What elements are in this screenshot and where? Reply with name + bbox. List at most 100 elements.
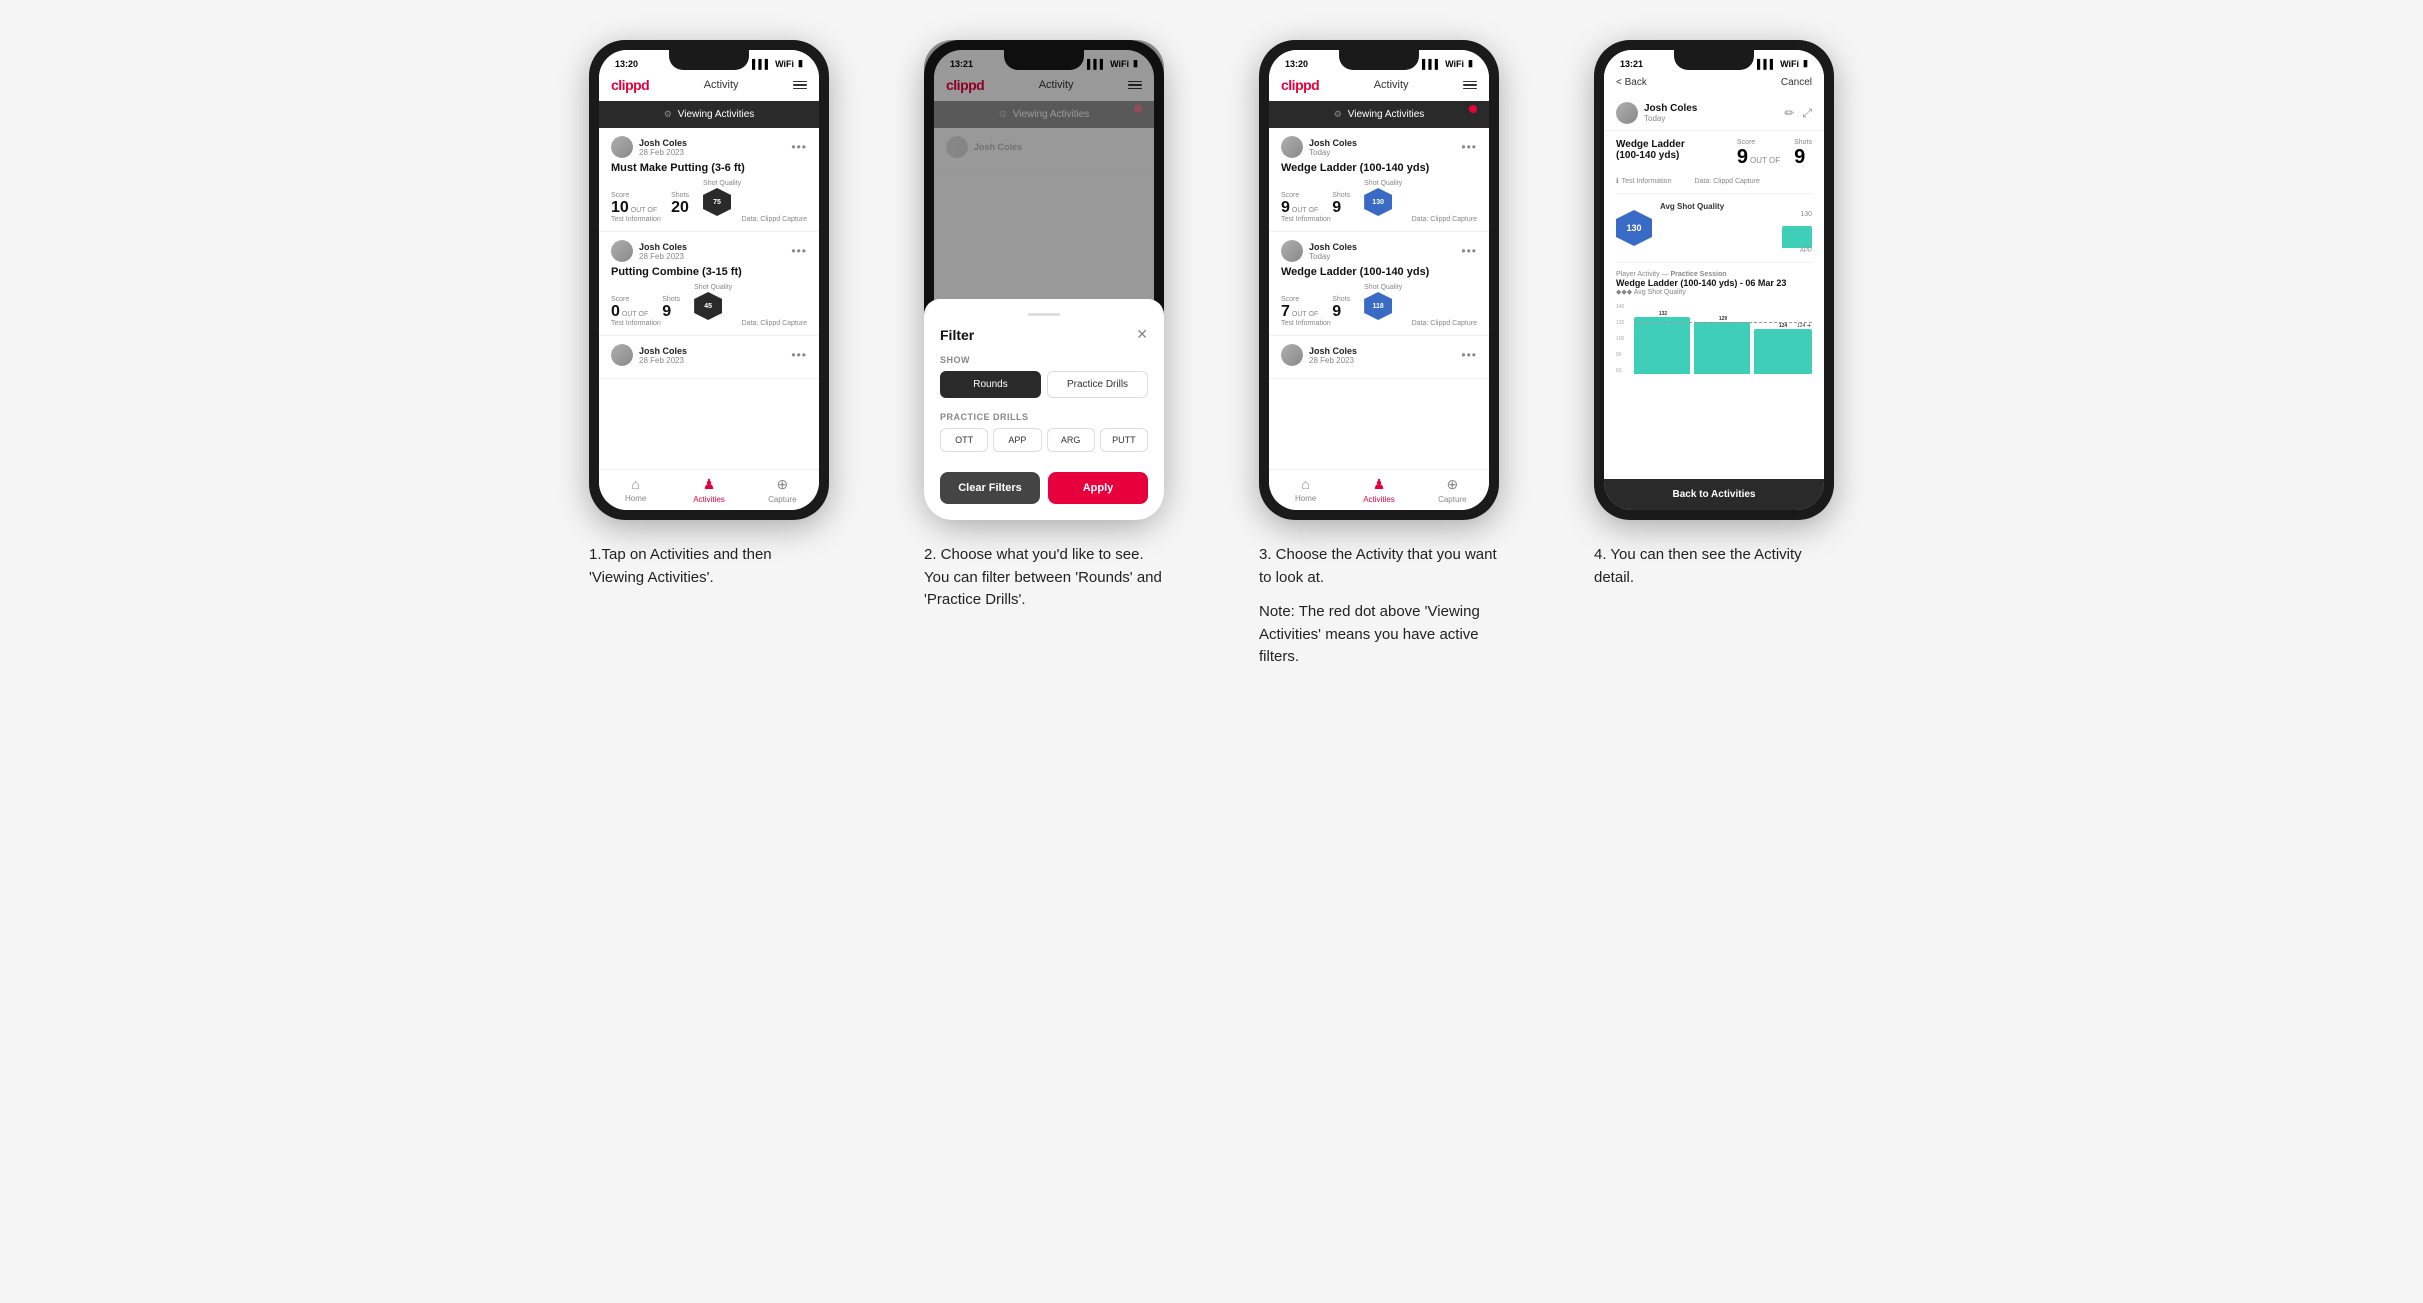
practice-session-pre-4: Player Activity — Practice Session [1616, 271, 1812, 278]
hamburger-menu-1[interactable] [793, 81, 807, 90]
avatar-3-3 [1281, 344, 1303, 366]
status-time-1: 13:20 [615, 59, 638, 69]
apply-filter-button[interactable]: Apply [1048, 472, 1148, 504]
user-details-1-3: Josh Coles 28 Feb 2023 [639, 346, 687, 365]
cancel-button-4[interactable]: Cancel [1781, 77, 1812, 88]
card-header-3-2: Josh Coles Today ••• [1281, 240, 1477, 262]
activities-icon-1: ♟ [703, 476, 716, 493]
user-details-1-1: Josh Coles 28 Feb 2023 [639, 138, 687, 157]
show-label: Show [940, 355, 1148, 365]
card-footer-1-2: Test Information Data: Clippd Capture [611, 320, 807, 327]
test-info-3-1: Test Information [1281, 216, 1331, 223]
scroll-content-1: Josh Coles 28 Feb 2023 ••• Must Make Put… [599, 128, 819, 469]
activity-card-1-2[interactable]: Josh Coles 28 Feb 2023 ••• Putting Combi… [599, 232, 819, 336]
score-block-1-1: Score 10 OUT OF [611, 192, 657, 216]
capture-label-1: Capture [768, 495, 796, 504]
avatar-1-1 [611, 136, 633, 158]
user-details-3-3: Josh Coles 28 Feb 2023 [1309, 346, 1357, 365]
data-source-text-4: Data: Clippd Capture [1694, 178, 1759, 185]
back-button-4[interactable]: < Back [1616, 77, 1647, 88]
red-dot-3 [1469, 105, 1477, 113]
avatar-3-2 [1281, 240, 1303, 262]
filter-type-buttons: Rounds Practice Drills [940, 371, 1148, 398]
dots-menu-1-1[interactable]: ••• [791, 140, 807, 154]
detail-activity-block-4: Wedge Ladder(100-140 yds) [1616, 139, 1685, 161]
dots-menu-3-2[interactable]: ••• [1461, 244, 1477, 258]
back-to-activities-button-4[interactable]: Back to Activities [1604, 479, 1824, 510]
step-3-text: 3. Choose the Activity that you want to … [1259, 544, 1499, 589]
nav-title-1: Activity [704, 79, 739, 91]
step-3-note: Note: The red dot above 'Viewing Activit… [1259, 601, 1499, 669]
practice-drills-filter-btn[interactable]: Practice Drills [1047, 371, 1148, 398]
user-date-1-3: 28 Feb 2023 [639, 356, 687, 365]
detail-user-row-4: Josh Coles Today ✏ ⤢ [1604, 96, 1824, 131]
rounds-filter-btn[interactable]: Rounds [940, 371, 1041, 398]
phone-notch-1 [669, 50, 749, 70]
nav-home-1[interactable]: ⌂ Home [599, 470, 672, 510]
filter-modal: Filter ✕ Show Rounds Practice Drills Pra… [934, 50, 1154, 510]
clear-filters-button[interactable]: Clear Filters [940, 472, 1040, 504]
score-value-row-3-1: 9 OUT OF [1281, 200, 1318, 216]
score-value-1-2: 0 [611, 304, 620, 320]
card-header-1-1: Josh Coles 28 Feb 2023 ••• [611, 136, 807, 158]
app-drill-btn[interactable]: APP [993, 428, 1041, 452]
activity-card-3-2[interactable]: Josh Coles Today ••• Wedge Ladder (100-1… [1269, 232, 1489, 336]
avatar-1-3 [611, 344, 633, 366]
mini-chart-value-4: 130 [1800, 211, 1812, 218]
dots-menu-3-3: ••• [1461, 348, 1477, 362]
signal-icon-3: ▌▌▌ [1422, 59, 1441, 69]
putt-drill-btn[interactable]: PUTT [1100, 428, 1148, 452]
avg-sq-right-4: Avg Shot Quality 130 APP [1660, 202, 1812, 254]
nav-home-3[interactable]: ⌂ Home [1269, 470, 1342, 510]
filter-close-button[interactable]: ✕ [1136, 326, 1148, 343]
nav-capture-1[interactable]: ⊕ Capture [746, 470, 819, 510]
viewing-banner-text-1: Viewing Activities [678, 109, 755, 120]
shots-label-1-1: Shots [671, 192, 689, 199]
score-value-1-1: 10 [611, 200, 629, 216]
user-info-3-2: Josh Coles Today [1281, 240, 1357, 262]
battery-icon-4: ▮ [1803, 58, 1808, 69]
nav-activities-3[interactable]: ♟ Activities [1342, 470, 1415, 510]
detail-outof-4: OUT OF [1750, 156, 1780, 165]
activities-label-1: Activities [693, 495, 725, 504]
nav-capture-3[interactable]: ⊕ Capture [1416, 470, 1489, 510]
expand-icon-4[interactable]: ⤢ [1802, 106, 1812, 121]
activity-card-3-1[interactable]: Josh Coles Today ••• Wedge Ladder (100-1… [1269, 128, 1489, 232]
data-source-1-2: Data: Clippd Capture [742, 320, 807, 327]
stats-row-1-2: Score 0 OUT OF Shots 9 [611, 284, 807, 320]
dots-menu-1-2[interactable]: ••• [791, 244, 807, 258]
viewing-banner-3[interactable]: ⚙ Viewing Activities [1269, 101, 1489, 128]
activity-card-1-1[interactable]: Josh Coles 28 Feb 2023 ••• Must Make Put… [599, 128, 819, 232]
detail-activity-name-4: Wedge Ladder(100-140 yds) [1616, 139, 1685, 161]
dots-menu-3-1[interactable]: ••• [1461, 140, 1477, 154]
avatar-3-1 [1281, 136, 1303, 158]
user-name-1-1: Josh Coles [639, 138, 687, 148]
status-time-3: 13:20 [1285, 59, 1308, 69]
sq-label-3-1: Shot Quality [1364, 180, 1402, 187]
filter-icon-3: ⚙ [1334, 109, 1342, 120]
arg-drill-btn[interactable]: ARG [1047, 428, 1095, 452]
home-icon-1: ⌂ [631, 476, 639, 492]
battery-icon-3: ▮ [1468, 58, 1473, 69]
nav-activities-1[interactable]: ♟ Activities [672, 470, 745, 510]
mini-bar-4 [1782, 226, 1812, 248]
hamburger-menu-3[interactable] [1463, 81, 1477, 90]
ott-drill-btn[interactable]: OTT [940, 428, 988, 452]
page-container: 13:20 ▌▌▌ WiFi ▮ clippd Activity [562, 40, 1862, 669]
stats-row-3-2: Score 7 OUT OF Shots 9 [1281, 284, 1477, 320]
avatar-4 [1616, 102, 1638, 124]
phone-1: 13:20 ▌▌▌ WiFi ▮ clippd Activity [589, 40, 829, 520]
edit-icon-4[interactable]: ✏ [1784, 106, 1794, 121]
score-label-1-2: Score [611, 296, 648, 303]
detail-score-value-row-4: 9 OUT OF [1737, 146, 1780, 169]
capture-icon-1: ⊕ [776, 476, 788, 493]
mini-bar-area-4 [1782, 220, 1812, 248]
viewing-banner-1[interactable]: ⚙ Viewing Activities [599, 101, 819, 128]
user-info-3-1: Josh Coles Today [1281, 136, 1357, 158]
detail-user-details-4: Josh Coles Today [1644, 103, 1697, 123]
outof-1-2: OUT OF [622, 311, 648, 318]
detail-shots-block-4: Shots 9 [1794, 139, 1812, 169]
detail-score-label-4: Score [1737, 139, 1780, 146]
avg-line-4: 124 ➜ [1634, 322, 1812, 329]
activities-label-3: Activities [1363, 495, 1395, 504]
